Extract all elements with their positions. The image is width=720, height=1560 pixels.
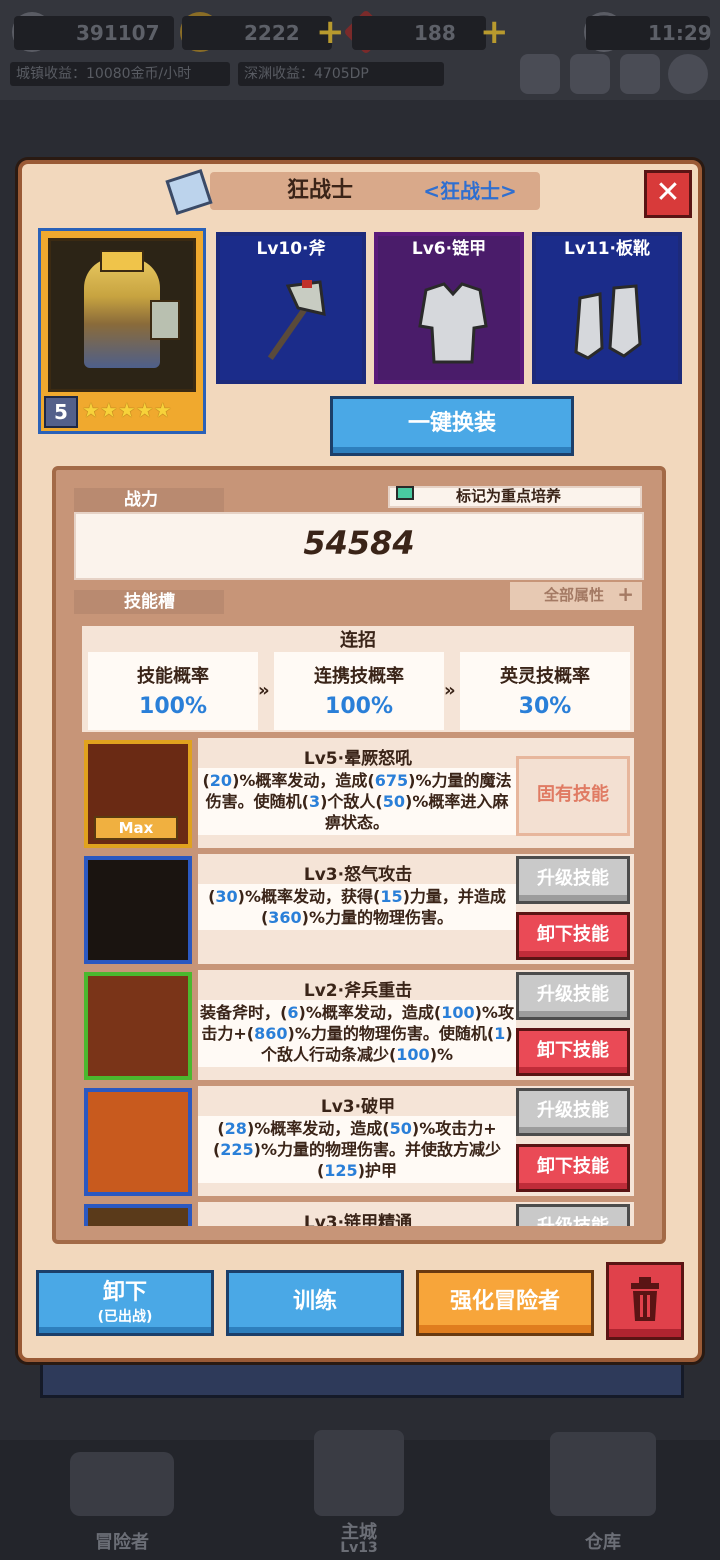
- skill-row: Lv3·破甲 (28)%概率发动，造成(50)%攻击力+(225)%力量的物理伤…: [82, 1086, 634, 1196]
- rate-value: 100%: [139, 694, 207, 719]
- skill-row: Lv2·斧兵重击 装备斧时，(6)%概率发动，造成(100)%攻击力+(860)…: [82, 970, 634, 1080]
- max-badge: Max: [94, 816, 178, 840]
- upgrade-skill-button[interactable]: 升级技能: [516, 972, 630, 1020]
- skill-desc: (20)%概率发动，造成(675)%力量的魔法伤害。使随机(3)个敌人(50)%…: [198, 768, 516, 835]
- mail-icon[interactable]: [620, 54, 660, 94]
- rate-value: 30%: [518, 694, 572, 719]
- key-training-label: 标记为重点培养: [456, 487, 562, 505]
- skill-row: Max Lv5·晕厥怒吼 (20)%概率发动，造成(675)%力量的魔法伤害。使…: [82, 738, 634, 848]
- town-income: 城镇收益：10080金币/小时: [10, 62, 230, 86]
- equip-label: Lv11·板靴: [563, 239, 651, 259]
- adventurer-nav-icon[interactable]: [70, 1452, 174, 1516]
- hero-level-badge: 5: [44, 396, 78, 428]
- nav-adventurer-label[interactable]: 冒险者: [60, 1528, 184, 1554]
- rage-attack-skill-icon: [84, 856, 192, 964]
- hero-sprite: [84, 258, 160, 368]
- all-attributes-label: 全部属性: [544, 586, 605, 604]
- add-gems-button[interactable]: +: [480, 15, 509, 49]
- coin-value: 2222: [182, 16, 332, 50]
- axe-strike-skill-icon: [84, 972, 192, 1080]
- skill-desc: 装备斧时，(6)%概率发动，造成(100)%攻击力+(860)%力量的物理伤害。…: [198, 1000, 516, 1067]
- unequip-skill-button[interactable]: 卸下技能: [516, 1028, 630, 1076]
- castle-nav-icon[interactable]: [314, 1430, 404, 1516]
- enhance-adventurer-button[interactable]: 强化冒险者: [416, 1270, 594, 1336]
- rate-box-skill: 技能概率 100%: [88, 652, 258, 730]
- close-button[interactable]: ✕: [644, 170, 692, 218]
- rate-box-chain: 连携技概率 100%: [274, 652, 444, 730]
- upgrade-skill-button[interactable]: 升级技能: [516, 856, 630, 904]
- background-panel: [40, 1362, 684, 1398]
- unequip-skill-button[interactable]: 卸下技能: [516, 912, 630, 960]
- unequip-label: 卸下: [102, 1280, 147, 1305]
- hero-axe-icon: [150, 300, 180, 340]
- chainmail-mastery-skill-icon: [84, 1204, 192, 1226]
- equip-all-button[interactable]: 一键换装: [330, 396, 574, 456]
- settings-gear-icon[interactable]: [668, 54, 708, 94]
- upgrade-skill-button[interactable]: 升级技能: [516, 1204, 630, 1226]
- rate-label: 连携技概率: [314, 666, 404, 687]
- skills-tab[interactable]: 技能槽: [74, 590, 224, 614]
- abyss-income: 深渊收益：4705DP: [238, 62, 444, 86]
- all-attributes-button[interactable]: 全部属性 +: [510, 582, 642, 610]
- key-training-checkbox[interactable]: [396, 486, 414, 500]
- skill-desc: (30)%概率发动，获得(15)力量，并造成(360)%力量的物理伤害。: [198, 884, 516, 930]
- nav-castle-level: Lv13: [340, 1540, 378, 1556]
- key-training-toggle[interactable]: 标记为重点培养: [388, 486, 642, 508]
- boots-icon: [574, 278, 648, 368]
- skill-name: Lv5·晕厥怒吼: [303, 749, 413, 769]
- rate-box-spirit: 英灵技概率 30%: [460, 652, 630, 730]
- skill-row: Lv3·链甲精通 升级技能: [82, 1202, 634, 1226]
- equip-label: Lv10·斧: [256, 239, 326, 259]
- unequip-skill-button[interactable]: 卸下技能: [516, 1144, 630, 1192]
- armor-break-skill-icon: [84, 1088, 192, 1196]
- equip-label: Lv6·链甲: [411, 239, 487, 259]
- hero-stars: ★★★★★: [82, 398, 172, 422]
- equip-slot-boots[interactable]: Lv11·板靴: [532, 232, 682, 384]
- combo-title: 连招: [340, 630, 376, 651]
- train-button[interactable]: 训练: [226, 1270, 404, 1336]
- skill-name: Lv3·怒气攻击: [303, 865, 413, 885]
- hero-class: <狂战士>: [423, 179, 517, 203]
- axe-icon: [258, 278, 332, 368]
- skill-list[interactable]: Max Lv5·晕厥怒吼 (20)%概率发动，造成(675)%力量的魔法伤害。使…: [82, 738, 634, 1226]
- skill-name: Lv2·斧兵重击: [303, 981, 413, 1001]
- upgrade-skill-button[interactable]: 升级技能: [516, 1088, 630, 1136]
- power-tab[interactable]: 战力: [74, 488, 224, 512]
- power-value: 54584: [303, 524, 415, 562]
- gem-value: 188: [352, 16, 486, 50]
- rate-value: 100%: [325, 694, 393, 719]
- unequip-hero-button[interactable]: 卸下 (已出战): [36, 1270, 214, 1336]
- rate-label: 技能概率: [137, 666, 209, 687]
- hero-name: 狂战士: [286, 178, 353, 203]
- equip-slot-weapon[interactable]: Lv10·斧: [216, 232, 366, 384]
- quest-icon[interactable]: [570, 54, 610, 94]
- skill-row: Lv3·怒气攻击 (30)%概率发动，获得(15)力量，并造成(360)%力量的…: [82, 854, 634, 964]
- rate-label: 英灵技概率: [500, 666, 590, 687]
- plus-icon: +: [617, 582, 634, 606]
- party-icon[interactable]: [520, 54, 560, 94]
- nav-warehouse-label[interactable]: 仓库: [544, 1528, 662, 1554]
- chainmail-icon: [416, 278, 490, 368]
- equip-slot-armor[interactable]: Lv6·链甲: [374, 232, 524, 384]
- trash-icon: [631, 1277, 659, 1321]
- clock-time: 11:29: [586, 16, 712, 50]
- dismiss-hero-button[interactable]: [606, 1262, 684, 1340]
- skill-name: Lv3·链甲精通: [303, 1213, 413, 1226]
- power-value: 391107: [14, 16, 174, 50]
- innate-skill-label: 固有技能: [516, 756, 630, 836]
- unequip-sub-label: (已出战): [97, 1309, 153, 1325]
- helmet-icon: [100, 250, 144, 272]
- warehouse-nav-icon[interactable]: [550, 1432, 656, 1516]
- skill-desc: (28)%概率发动，造成(50)%攻击力+(225)%力量的物理伤害。并使敌方减…: [198, 1116, 516, 1183]
- skill-name: Lv3·破甲: [320, 1097, 396, 1117]
- add-coins-button[interactable]: +: [316, 15, 345, 49]
